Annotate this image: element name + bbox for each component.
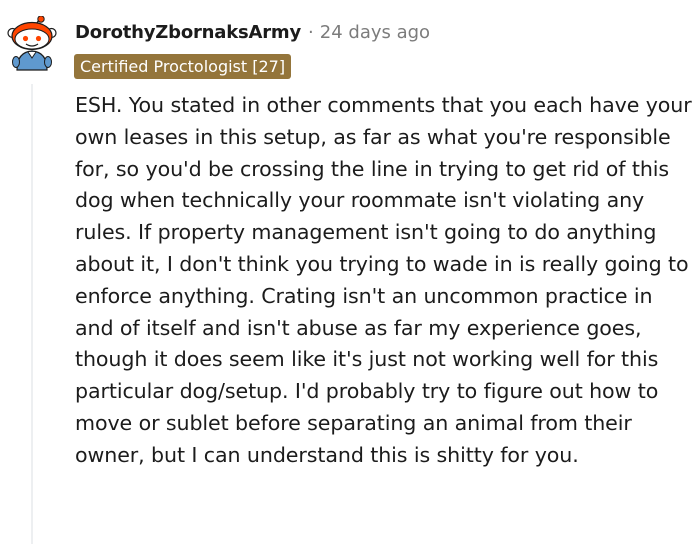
user-flair-badge: Certified Proctologist [27] (74, 54, 292, 79)
thread-collapse-line[interactable] (31, 84, 33, 544)
comment-timestamp[interactable]: 24 days ago (320, 22, 430, 43)
meta-separator: · (308, 21, 314, 43)
user-avatar-icon[interactable] (6, 15, 58, 72)
comment-body: ESH. You stated in other comments that y… (75, 93, 692, 467)
comment-meta: DorothyZbornaksArmy · 24 days ago (75, 18, 430, 46)
username-link[interactable]: DorothyZbornaksArmy (75, 22, 301, 43)
comment: DorothyZbornaksArmy · 24 days ago Certif… (0, 0, 700, 544)
